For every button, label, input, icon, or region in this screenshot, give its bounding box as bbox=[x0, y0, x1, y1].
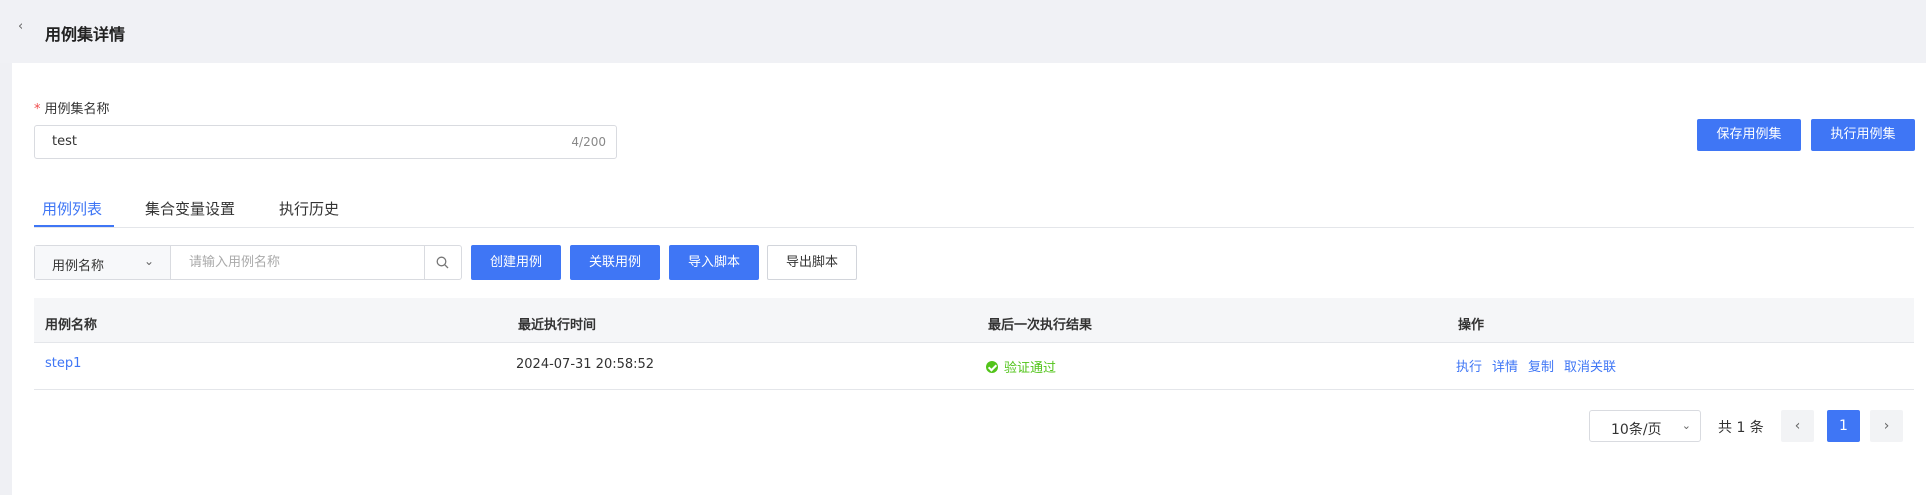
collection-name-input[interactable]: test 4/200 bbox=[34, 125, 617, 159]
last-run-time: 2024-07-31 20:58:52 bbox=[516, 357, 655, 372]
page-header: ‹ 用例集详情 bbox=[0, 0, 1926, 63]
page-title: 用例集详情 bbox=[45, 25, 126, 44]
tab-case-list[interactable]: 用例列表 bbox=[42, 198, 102, 219]
prev-page-button[interactable]: ‹ bbox=[1781, 410, 1814, 442]
next-page-button[interactable]: › bbox=[1870, 410, 1903, 442]
search-button[interactable] bbox=[424, 246, 461, 279]
collection-name-value[interactable]: test bbox=[52, 134, 77, 149]
chevron-right-icon: › bbox=[1883, 418, 1890, 434]
execute-case-link[interactable]: 执行 bbox=[1456, 360, 1482, 375]
tabs-divider bbox=[34, 227, 1914, 228]
row-actions: 执行 详情 复制 取消关联 bbox=[1456, 356, 1616, 375]
check-circle-icon bbox=[986, 361, 998, 373]
page-size-select[interactable]: 10条/页 ⌄ bbox=[1589, 410, 1701, 442]
tab-collection-variables[interactable]: 集合变量设置 bbox=[145, 198, 235, 219]
result-status: 验证通过 bbox=[986, 357, 1056, 376]
create-case-button[interactable]: 创建用例 bbox=[471, 245, 561, 280]
execute-collection-button[interactable]: 执行用例集 bbox=[1811, 119, 1915, 151]
search-field-select-label: 用例名称 bbox=[52, 259, 105, 274]
case-detail-link[interactable]: 详情 bbox=[1492, 360, 1518, 375]
save-collection-button[interactable]: 保存用例集 bbox=[1697, 119, 1801, 151]
chevron-down-icon: ⌄ bbox=[1681, 419, 1691, 432]
required-mark: * bbox=[34, 102, 41, 117]
search-icon bbox=[436, 256, 449, 269]
result-status-text: 验证通过 bbox=[1004, 361, 1057, 376]
char-count: 4/200 bbox=[571, 135, 606, 149]
page-number-button[interactable]: 1 bbox=[1827, 410, 1860, 442]
name-label-text: 用例集名称 bbox=[44, 102, 110, 117]
back-chevron-icon[interactable]: ‹ bbox=[18, 20, 30, 34]
search-input[interactable] bbox=[172, 246, 424, 279]
page-size-label: 10条/页 bbox=[1611, 422, 1662, 438]
column-header-last-result: 最后一次执行结果 bbox=[988, 318, 1093, 333]
table-header: 用例名称 最近执行时间 最后一次执行结果 操作 bbox=[34, 298, 1914, 343]
column-header-last-run: 最近执行时间 bbox=[518, 318, 597, 333]
search-group: 用例名称 ⌄ bbox=[34, 245, 462, 280]
copy-case-link[interactable]: 复制 bbox=[1528, 360, 1554, 375]
case-name-link[interactable]: step1 bbox=[45, 356, 81, 371]
associate-case-button[interactable]: 关联用例 bbox=[570, 245, 660, 280]
tab-execution-history[interactable]: 执行历史 bbox=[279, 198, 339, 219]
total-count: 共 1 条 bbox=[1718, 420, 1764, 436]
chevron-down-icon: ⌄ bbox=[144, 254, 155, 268]
export-script-button[interactable]: 导出脚本 bbox=[767, 245, 857, 280]
column-header-actions: 操作 bbox=[1458, 318, 1485, 333]
import-script-button[interactable]: 导入脚本 bbox=[669, 245, 759, 280]
search-field-select[interactable]: 用例名称 ⌄ bbox=[35, 246, 171, 279]
unlink-case-link[interactable]: 取消关联 bbox=[1564, 360, 1616, 375]
chevron-left-icon: ‹ bbox=[1794, 418, 1801, 434]
column-header-case-name: 用例名称 bbox=[45, 318, 98, 333]
name-field-label: * 用例集名称 bbox=[34, 98, 110, 117]
table-row: step1 2024-07-31 20:58:52 验证通过 执行 详情 复制 取消关… bbox=[34, 343, 1914, 390]
